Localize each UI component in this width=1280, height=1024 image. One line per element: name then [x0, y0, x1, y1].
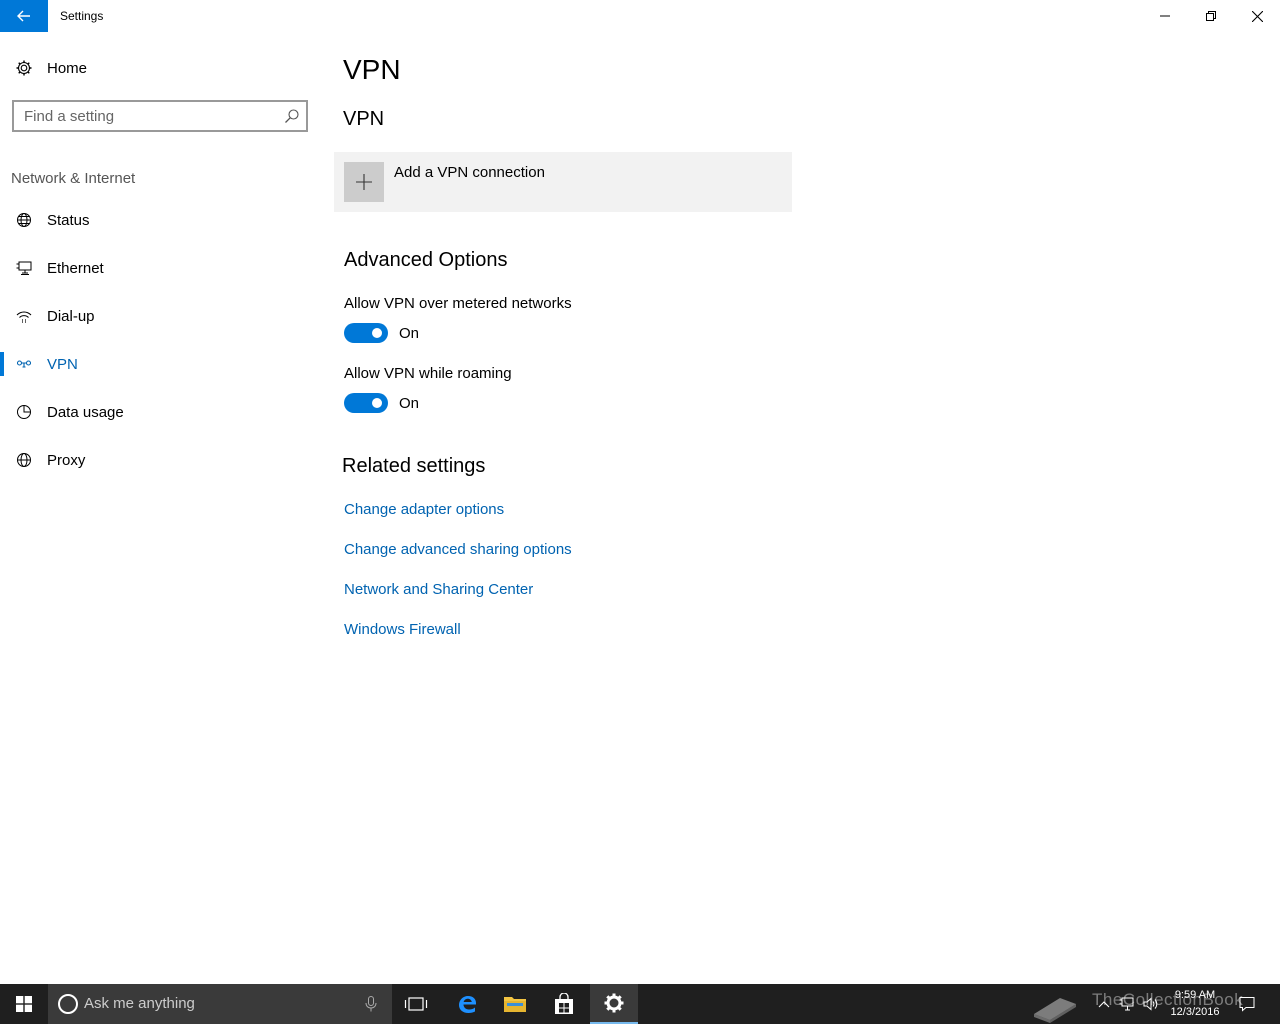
sidebar-item-label: Proxy: [47, 451, 86, 469]
sidebar-item-home[interactable]: Home: [0, 48, 320, 88]
search-input[interactable]: [14, 102, 274, 130]
sidebar-item-dialup[interactable]: Dial-up: [0, 296, 320, 336]
sidebar: Home Network & Internet Status Ethernet: [0, 32, 320, 984]
volume-tray-button[interactable]: [1140, 984, 1162, 1024]
link-change-advanced-sharing-options[interactable]: Change advanced sharing options: [344, 541, 572, 558]
page-title: VPN: [343, 54, 401, 85]
taskbar: Ask me anything TheCollectionBook 9:59 A…: [0, 984, 1280, 1024]
cortana-placeholder: Ask me anything: [84, 995, 195, 1012]
sidebar-item-status[interactable]: Status: [0, 200, 320, 240]
chevron-up-icon: [1098, 1001, 1110, 1008]
sidebar-item-label: Status: [47, 211, 90, 229]
gear-icon: [604, 993, 624, 1013]
clock-date: 12/3/2016: [1170, 1006, 1220, 1018]
file-explorer-button[interactable]: [491, 984, 539, 1024]
link-network-sharing-center[interactable]: Network and Sharing Center: [344, 581, 533, 598]
metered-toggle-state: On: [399, 325, 420, 342]
metered-toggle[interactable]: [344, 323, 388, 343]
sidebar-item-label: VPN: [47, 355, 78, 373]
gear-icon: [15, 59, 33, 77]
show-hidden-icons-button[interactable]: [1094, 984, 1114, 1024]
edge-button[interactable]: [443, 984, 491, 1024]
restore-button[interactable]: [1188, 0, 1234, 32]
store-button[interactable]: [540, 984, 588, 1024]
clock-time: 9:59 AM: [1174, 989, 1216, 1001]
clock[interactable]: 9:59 AM 12/3/2016: [1160, 987, 1230, 1021]
back-button[interactable]: [0, 0, 48, 32]
section-label: Network & Internet: [11, 170, 136, 187]
roaming-option-label: Allow VPN while roaming: [344, 365, 512, 382]
close-icon: [1251, 10, 1263, 22]
vpn-heading: VPN: [343, 108, 385, 130]
start-button[interactable]: [0, 984, 48, 1024]
cortana-search-box[interactable]: Ask me anything: [48, 984, 392, 1024]
related-settings-heading: Related settings: [342, 455, 486, 477]
sidebar-item-proxy[interactable]: Proxy: [0, 440, 320, 480]
microphone-icon[interactable]: [364, 996, 378, 1012]
windows-logo-icon: [16, 996, 32, 1012]
add-vpn-connection-button[interactable]: Add a VPN connection: [334, 152, 792, 212]
task-view-icon: [404, 997, 428, 1011]
minimize-button[interactable]: [1142, 0, 1188, 32]
book-logo-icon: [1034, 998, 1076, 1023]
back-arrow-icon: [17, 10, 30, 22]
globe-status-icon: [15, 211, 33, 229]
sidebar-item-vpn[interactable]: VPN: [0, 344, 320, 384]
network-tray-button[interactable]: [1116, 984, 1138, 1024]
toggle-knob: [372, 398, 382, 408]
active-indicator: [0, 352, 4, 376]
sidebar-item-label: Dial-up: [47, 307, 95, 325]
sidebar-item-data-usage[interactable]: Data usage: [0, 392, 320, 432]
store-bag-icon: [555, 993, 573, 1014]
cortana-icon: [58, 994, 78, 1014]
roaming-toggle[interactable]: [344, 393, 388, 413]
sidebar-item-ethernet[interactable]: Ethernet: [0, 248, 320, 288]
plus-icon: [344, 162, 384, 202]
dialup-icon: [15, 307, 33, 325]
link-windows-firewall[interactable]: Windows Firewall: [344, 621, 461, 638]
folder-icon: [504, 997, 526, 1012]
link-change-adapter-options[interactable]: Change adapter options: [344, 501, 504, 518]
data-usage-icon: [15, 403, 33, 421]
edge-browser-icon: [459, 996, 476, 1013]
speaker-icon: [1143, 997, 1158, 1011]
home-label: Home: [47, 59, 88, 77]
metered-option-label: Allow VPN over metered networks: [344, 295, 572, 312]
vpn-icon: [15, 355, 33, 373]
close-button[interactable]: [1234, 0, 1280, 32]
settings-taskbar-button[interactable]: [590, 984, 638, 1024]
task-view-button[interactable]: [392, 984, 440, 1024]
roaming-toggle-state: On: [399, 395, 420, 412]
notification-icon: [1239, 997, 1255, 1012]
add-vpn-label: Add a VPN connection: [394, 164, 545, 181]
title-bar: Settings: [0, 0, 1280, 32]
search-icon[interactable]: [284, 108, 300, 124]
ethernet-icon: [15, 259, 33, 277]
sidebar-item-label: Data usage: [47, 403, 124, 421]
globe-icon: [15, 451, 33, 469]
restore-icon: [1206, 11, 1216, 21]
sidebar-item-label: Ethernet: [47, 259, 104, 277]
toggle-knob: [372, 328, 382, 338]
search-box[interactable]: [12, 100, 308, 132]
network-icon: [1119, 997, 1134, 1011]
window-title: Settings: [60, 9, 104, 23]
action-center-button[interactable]: [1234, 984, 1260, 1024]
minimize-icon: [1160, 15, 1170, 17]
advanced-options-heading: Advanced Options: [344, 249, 508, 271]
